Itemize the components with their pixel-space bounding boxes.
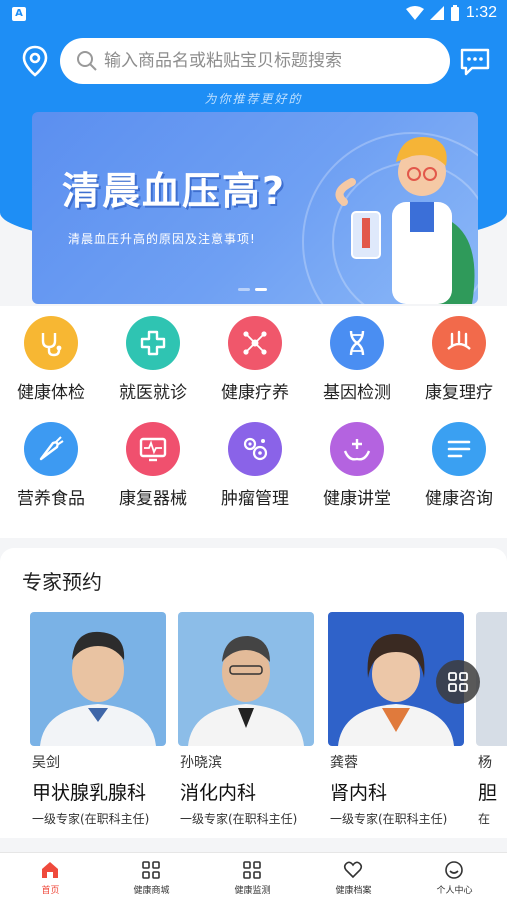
category-icon-circle xyxy=(330,316,384,370)
cells-icon xyxy=(243,437,268,461)
expert-photo xyxy=(178,612,314,746)
list-icon xyxy=(447,440,471,458)
category-item[interactable]: 肿瘤管理 xyxy=(204,414,304,514)
expert-department: 胆 xyxy=(478,782,498,804)
category-item[interactable]: 康复器械 xyxy=(102,414,202,514)
category-label: 健康讲堂 xyxy=(323,489,391,509)
category-icon-circle xyxy=(432,316,486,370)
carrot-icon xyxy=(39,436,64,461)
category-label: 健康体检 xyxy=(17,383,85,403)
doctor-illustration-icon xyxy=(335,137,475,304)
expert-level: 在 xyxy=(478,812,491,826)
grid-menu-icon xyxy=(448,672,468,692)
expert-level: 一级专家(在职科主任) xyxy=(330,812,448,826)
expert-photo xyxy=(476,612,507,746)
location-pin-icon[interactable] xyxy=(18,44,52,78)
monitor-grid-icon xyxy=(243,861,261,879)
medical-cross-icon xyxy=(140,330,166,356)
banner-subtitle: 清晨血压升高的原因及注意事项! xyxy=(68,232,256,246)
category-item[interactable]: 健康讲堂 xyxy=(306,414,406,514)
expert-department: 肾内科 xyxy=(330,782,388,804)
expert-name: 孙晓滨 xyxy=(180,755,222,771)
floating-menu-button[interactable] xyxy=(436,660,480,704)
expert-name: 龚蓉 xyxy=(330,755,358,771)
category-label: 肿瘤管理 xyxy=(221,489,289,509)
category-label: 健康疗养 xyxy=(221,383,289,403)
search-bar[interactable] xyxy=(60,38,450,84)
message-icon[interactable] xyxy=(458,44,492,78)
expert-department: 消化内科 xyxy=(180,782,257,804)
nav-home[interactable]: 首页 xyxy=(0,853,101,900)
category-grid: 健康体检 就医就诊 健康疗养 基因检测 康复理疗 营养食品 康复器械 肿瘤管理 … xyxy=(0,306,507,538)
category-item[interactable]: 健康疗养 xyxy=(204,308,304,408)
category-item[interactable]: 健康体检 xyxy=(0,308,100,408)
slogan-text: 为你推荐更好的 xyxy=(204,92,303,106)
nav-label: 个人中心 xyxy=(436,886,473,896)
stethoscope-icon xyxy=(41,333,62,357)
nav-health-mall[interactable]: 健康商城 xyxy=(101,853,202,900)
expert-appointment-section: 专家预约 吴剑 甲状腺乳腺科 一级专家(在职科主任) 孙晓滨 消化内科 一级专家… xyxy=(0,548,507,838)
category-label: 就医就诊 xyxy=(119,383,187,403)
battery-icon xyxy=(450,5,459,21)
nav-label: 首页 xyxy=(41,886,60,896)
clock: 1:32 xyxy=(465,4,497,21)
expert-level: 一级专家(在职科主任) xyxy=(32,812,150,826)
category-label: 健康咨询 xyxy=(425,489,493,509)
app-notification-icon: A xyxy=(12,7,26,21)
category-icon-circle xyxy=(24,422,78,476)
nav-label: 健康商城 xyxy=(133,886,170,896)
category-icon-circle xyxy=(24,316,78,370)
category-item[interactable]: 就医就诊 xyxy=(102,308,202,408)
expert-department: 甲状腺乳腺科 xyxy=(32,782,147,804)
search-input[interactable] xyxy=(104,46,434,76)
home-icon xyxy=(42,862,58,878)
top-bar xyxy=(0,36,507,86)
signal-icon xyxy=(429,6,444,20)
therapy-icon xyxy=(447,330,471,350)
category-icon-circle xyxy=(126,316,180,370)
bottom-navigation: 首页 健康商城 健康监测 健康档案 个人中心 xyxy=(0,852,507,900)
nav-label: 健康监测 xyxy=(234,886,271,896)
heart-icon xyxy=(343,861,363,879)
search-icon xyxy=(77,51,97,71)
category-label: 营养食品 xyxy=(17,489,85,509)
nav-health-monitor[interactable]: 健康监测 xyxy=(202,853,303,900)
category-icon-circle xyxy=(228,422,282,476)
category-item[interactable]: 基因检测 xyxy=(306,308,406,408)
monitor-icon xyxy=(139,437,167,462)
category-item[interactable]: 营养食品 xyxy=(0,414,100,514)
category-label: 康复器械 xyxy=(119,489,187,509)
category-label: 康复理疗 xyxy=(425,383,493,403)
grid-icon xyxy=(142,861,160,879)
category-icon-circle xyxy=(432,422,486,476)
wifi-icon xyxy=(405,6,424,20)
user-icon xyxy=(445,861,463,879)
molecule-icon xyxy=(243,331,267,355)
category-icon-circle xyxy=(126,422,180,476)
category-item[interactable]: 健康咨询 xyxy=(408,414,507,514)
nav-profile[interactable]: 个人中心 xyxy=(404,853,505,900)
category-icon-circle xyxy=(330,422,384,476)
care-hands-icon xyxy=(343,439,371,461)
dna-icon xyxy=(349,330,365,356)
carousel-indicator[interactable] xyxy=(238,288,267,291)
nav-label: 健康档案 xyxy=(335,886,372,896)
section-title: 专家预约 xyxy=(22,570,102,594)
promo-banner[interactable]: 清晨血压高? 清晨血压升高的原因及注意事项! xyxy=(32,112,478,304)
expert-name: 杨 xyxy=(478,755,492,771)
banner-title: 清晨血压高? xyxy=(62,169,287,213)
nav-health-records[interactable]: 健康档案 xyxy=(303,853,404,900)
expert-level: 一级专家(在职科主任) xyxy=(180,812,298,826)
status-bar: A 1:32 xyxy=(0,0,507,28)
expert-name: 吴剑 xyxy=(32,755,60,771)
category-item[interactable]: 康复理疗 xyxy=(408,308,507,408)
expert-photo xyxy=(30,612,166,746)
category-icon-circle xyxy=(228,316,282,370)
category-label: 基因检测 xyxy=(323,383,391,403)
